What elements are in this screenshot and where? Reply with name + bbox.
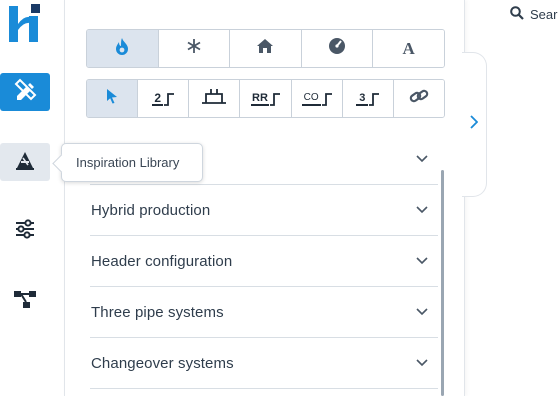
- house-icon: [256, 38, 274, 59]
- flame-icon: [114, 37, 130, 60]
- two-pipe-icon: 2: [152, 92, 175, 106]
- rr-icon: RR: [251, 92, 280, 106]
- pencil-ruler-icon: [13, 78, 37, 107]
- panel-collapse-handle[interactable]: [462, 52, 487, 197]
- link-icon: [409, 87, 429, 110]
- rail-design-button[interactable]: [0, 73, 50, 111]
- pressure-filter-button[interactable]: [301, 30, 374, 67]
- building-filter-button[interactable]: [230, 30, 302, 67]
- search-label: Sear: [530, 7, 558, 22]
- tank-icon: [201, 87, 227, 110]
- section-label: Hybrid production: [91, 201, 211, 219]
- changeover-tool-button[interactable]: CO: [291, 80, 343, 117]
- heating-filter-button[interactable]: [87, 30, 159, 67]
- section-label: Header configuration: [91, 252, 233, 270]
- category-toolbar: A: [86, 29, 445, 68]
- chevron-down-icon: [416, 201, 428, 219]
- snowflake-icon: [186, 38, 202, 59]
- left-rail: [0, 0, 52, 396]
- search-icon: [510, 6, 524, 23]
- rail-inspiration-library-button[interactable]: [0, 143, 50, 181]
- section-row[interactable]: Three pipe systems: [90, 287, 438, 338]
- two-pipe-tool-button[interactable]: 2: [138, 80, 190, 117]
- section-label: Three pipe systems: [91, 303, 224, 321]
- chevron-right-icon: [470, 115, 479, 134]
- tooltip-text: Inspiration Library: [76, 155, 180, 170]
- inspiration-library-tooltip: Inspiration Library: [61, 143, 203, 182]
- panel-scrollbar[interactable]: [441, 170, 444, 396]
- chevron-down-icon: [416, 150, 428, 168]
- app-logo[interactable]: [7, 2, 43, 44]
- section-row[interactable]: Header configuration: [90, 236, 438, 287]
- inspiration-icon: [14, 149, 36, 176]
- co-icon: CO: [301, 92, 332, 106]
- rail-schematic-button[interactable]: [0, 282, 50, 320]
- component-toolbar: 2 RR CO 3: [86, 79, 445, 118]
- section-row[interactable]: Hybrid production: [90, 185, 438, 236]
- section-row[interactable]: Changeover systems: [90, 338, 438, 389]
- link-tool-button[interactable]: [393, 80, 444, 117]
- letter-a-icon: A: [402, 38, 415, 58]
- select-tool-button[interactable]: [87, 80, 139, 117]
- rail-settings-button[interactable]: [0, 212, 50, 250]
- reverse-return-tool-button[interactable]: RR: [240, 80, 292, 117]
- sliders-icon: [14, 218, 36, 245]
- chevron-down-icon: [416, 252, 428, 270]
- chevron-down-icon: [416, 303, 428, 321]
- cursor-icon: [105, 88, 119, 109]
- section-label: Changeover systems: [91, 354, 234, 372]
- library-panel: A 2 RR CO 3 Hybrid production Header con…: [64, 0, 465, 396]
- cooling-filter-button[interactable]: [158, 30, 231, 67]
- chevron-down-icon: [416, 354, 428, 372]
- hierarchy-icon: [13, 288, 37, 315]
- search-box[interactable]: Sear: [510, 6, 557, 23]
- gauge-icon: [328, 37, 346, 60]
- text-filter-button[interactable]: A: [373, 30, 444, 67]
- three-pipe-icon: 3: [356, 92, 380, 106]
- tank-tool-button[interactable]: [189, 80, 241, 117]
- three-pipe-tool-button[interactable]: 3: [342, 80, 394, 117]
